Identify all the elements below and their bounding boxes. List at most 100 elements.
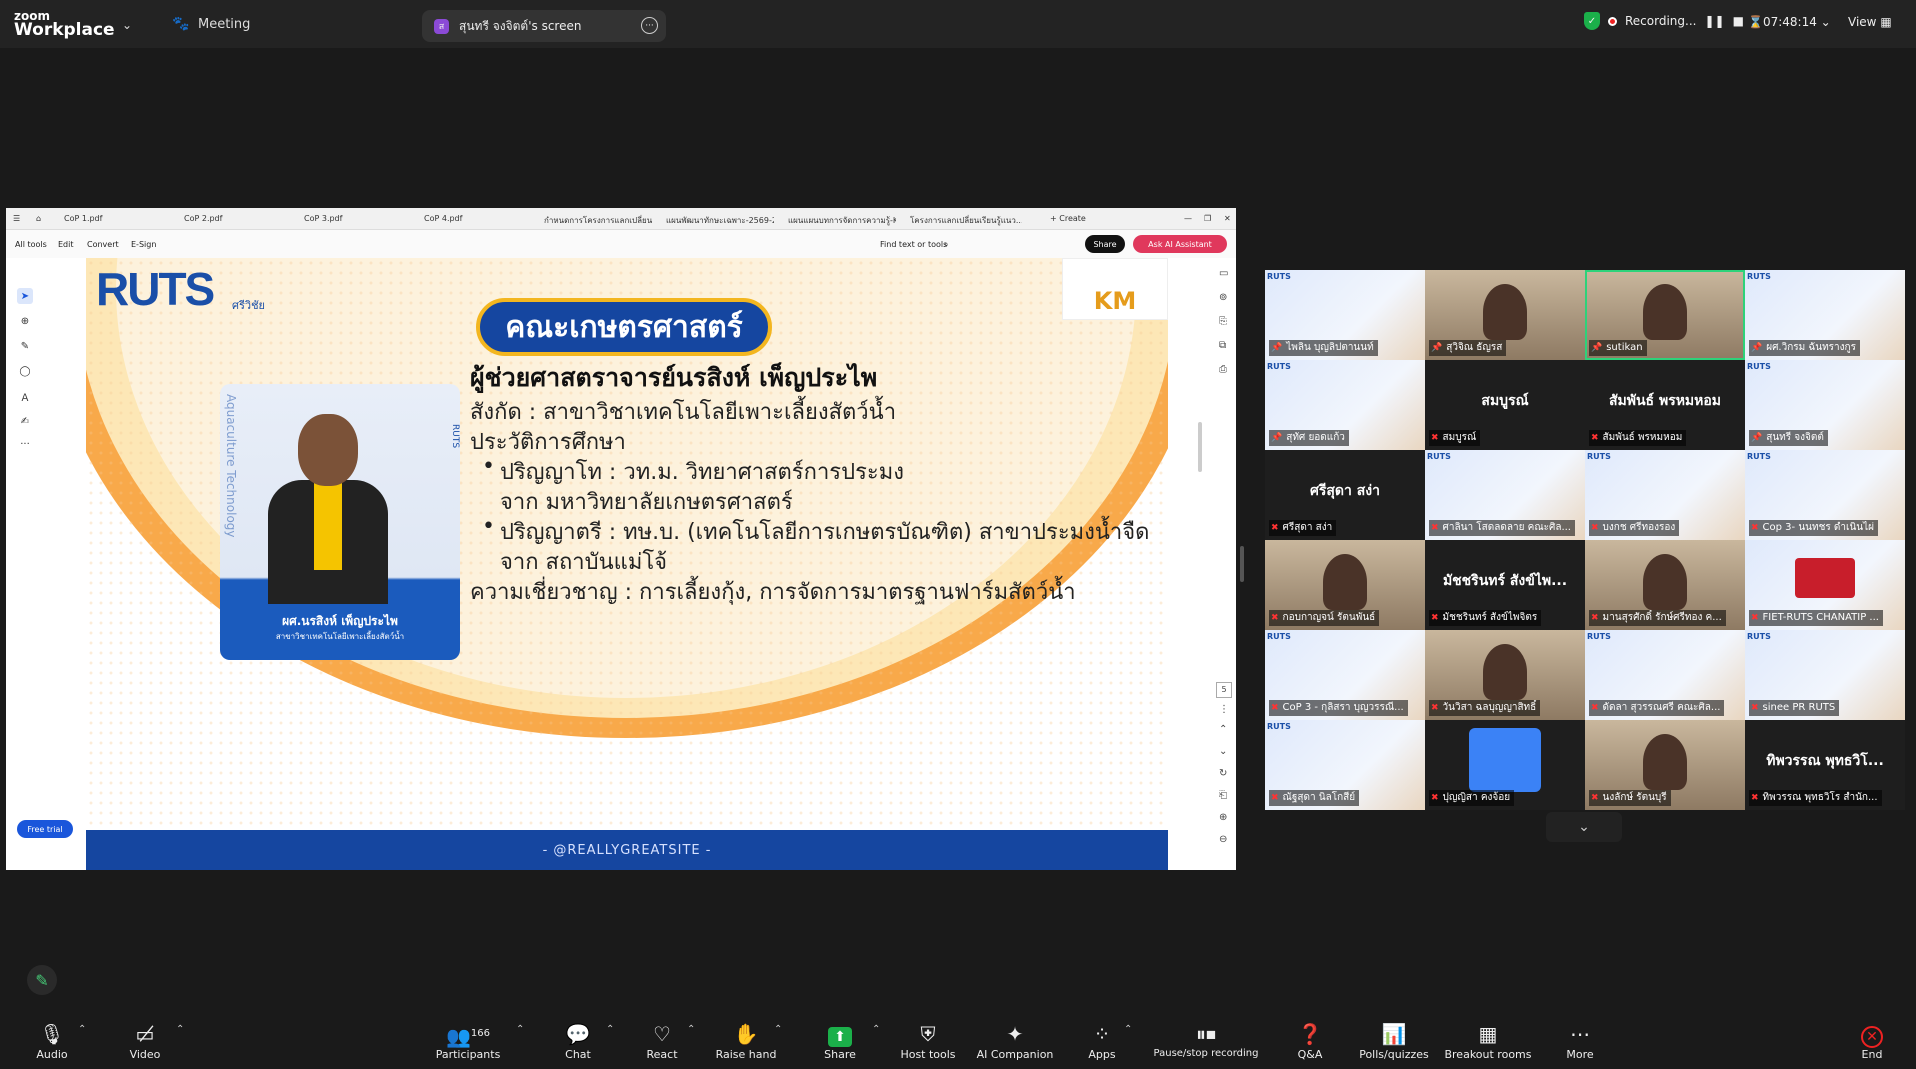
page-number[interactable]: 5 (1216, 682, 1232, 698)
zoom-out-icon[interactable]: ⊖ (1219, 834, 1227, 845)
pdf-tab[interactable]: CoP 3.pdf (304, 214, 342, 223)
convert-menu[interactable]: Convert (87, 240, 119, 249)
pdf-tab[interactable]: กำหนดการโครงการแลกเปลี่ยนเรียน... (544, 214, 652, 227)
protect-icon[interactable]: ⎙ (1219, 364, 1227, 375)
raise-hand-caret-icon[interactable]: ⌃ (774, 1024, 782, 1035)
all-tools-menu[interactable]: All tools (15, 240, 47, 249)
more-tools-icon[interactable]: ··· (17, 436, 33, 452)
gallery-chevron-down-icon[interactable]: ⌄ (1546, 812, 1622, 842)
participant-tile[interactable]: RUTS 📌 สุทัศ ยอดแก้ว (1265, 360, 1425, 450)
meeting-label[interactable]: Meeting (198, 17, 250, 32)
pdf-share-button[interactable]: Share (1085, 235, 1125, 253)
participant-tile[interactable]: 📌 sutikan (1585, 270, 1745, 360)
bookmark-icon[interactable]: ⎘ (1219, 316, 1227, 327)
chevron-down-icon[interactable]: ⌄ (122, 18, 132, 32)
video-button[interactable]: ▭̸ Video (105, 1020, 185, 1068)
host-tools-button[interactable]: ⛨ Host tools (888, 1020, 968, 1068)
find-tools-search[interactable]: Find text or tools (880, 240, 947, 249)
stop-icon[interactable]: ■ (1733, 14, 1744, 28)
breakout-rooms-button[interactable]: ▦ Breakout rooms (1444, 1020, 1532, 1068)
qa-button[interactable]: ❓ Q&A (1270, 1020, 1350, 1068)
participant-tile[interactable]: RUTS ✖ Cop 3- นนทชร ดำเนินไผ่ (1745, 450, 1905, 540)
shield-icon[interactable]: ✓ (1584, 12, 1600, 30)
drag-handle-icon[interactable]: ⋮ (1219, 704, 1229, 715)
comment-icon[interactable]: ▭ (1219, 268, 1228, 279)
participant-tile[interactable]: สมบูรณ์ ✖ สมบูรณ์ (1425, 360, 1585, 450)
pdf-tab[interactable]: แผนพัฒนาทักษะเฉพาะ-2569-257... (666, 214, 774, 227)
copy-icon[interactable]: ⧉ (1219, 340, 1226, 351)
share-link-icon[interactable]: ⊚ (1219, 292, 1227, 303)
participant-tile[interactable]: RUTS ✖ บงกช ศรีทองรอง (1585, 450, 1745, 540)
annotate-icon[interactable]: ✎ (27, 965, 57, 995)
participant-tile[interactable]: ✖ FIET-RUTS CHANATIP ... (1745, 540, 1905, 630)
stamp-icon[interactable]: ✍ (17, 413, 33, 429)
participant-tile[interactable]: ✖ กอบกาญจน์ รัตนพันธ์ (1265, 540, 1425, 630)
share-caret-icon[interactable]: ⌃ (872, 1024, 880, 1035)
edit-menu[interactable]: Edit (58, 240, 74, 249)
pen-icon[interactable]: ✎ (17, 338, 33, 354)
pdf-tab[interactable]: CoP 2.pdf (184, 214, 222, 223)
chevron-down-icon[interactable]: ⌄ (1219, 746, 1227, 757)
pdf-tab[interactable]: CoP 1.pdf (64, 214, 102, 223)
minimize-icon[interactable]: — (1184, 214, 1192, 223)
participant-tile[interactable]: RUTS ✖ ณัฐสุดา นิลโกสีย์ (1265, 720, 1425, 810)
participant-tile[interactable]: 📌 สุวิจิณ ธัญรส (1425, 270, 1585, 360)
pause-recording-button[interactable]: ⏸⏹ Pause/stop recording (1150, 1020, 1262, 1068)
more-options-icon[interactable]: ··· (641, 17, 658, 34)
participant-tile[interactable]: สัมพันธ์ พรหมหอม ✖ สัมพันธ์ พรหมหอม (1585, 360, 1745, 450)
pause-icon[interactable]: ❚❚ (1704, 14, 1724, 28)
participant-tile[interactable]: RUTS ✖ ศาลินา โสดลดลาย คณะศิล... (1425, 450, 1585, 540)
participant-tile[interactable]: ✖ วันวิสา ฉลบุญญาสิทธิ์ (1425, 630, 1585, 720)
participant-tile[interactable]: ศรีสุดา สง่า ✖ ศรีสุดา สง่า (1265, 450, 1425, 540)
participant-tile[interactable]: ✖ ปุญญิสา คงจ้อย (1425, 720, 1585, 810)
zoom-tool-icon[interactable]: ⊕ (17, 313, 33, 329)
close-icon[interactable]: ✕ (1224, 214, 1231, 223)
photo-vertical-text: Aquaculture Technology (224, 394, 238, 538)
apps-caret-icon[interactable]: ⌃ (1124, 1024, 1132, 1035)
participant-tile[interactable]: RUTS 📌 สุนทรี จงจิตต์ (1745, 360, 1905, 450)
video-caret-icon[interactable]: ⌃ (176, 1024, 184, 1035)
pdf-tab[interactable]: แผนแผนบทการจัดการความรู้-KM-2... (788, 214, 896, 227)
cursor-icon[interactable]: ➤ (17, 288, 33, 304)
ai-companion-button[interactable]: ✦ AI Companion (975, 1020, 1055, 1068)
participant-tile[interactable]: RUTS ✖ sinee PR RUTS (1745, 630, 1905, 720)
chevron-up-icon[interactable]: ⌃ (1219, 724, 1227, 735)
participants-caret-icon[interactable]: ⌃ (516, 1024, 524, 1035)
splitter-handle[interactable] (1240, 546, 1244, 582)
participant-tile[interactable]: ✖ มานสุรศักดิ์ รักษ์ศรีทอง ค... (1585, 540, 1745, 630)
participant-tile[interactable]: มัชชรินทร์ สังข์ไพ... ✖ มัชชรินทร์ สังข์ไพ… (1425, 540, 1585, 630)
participant-tile[interactable]: RUTS 📌 ผศ.วิกรม ฉันทรางกูร (1745, 270, 1905, 360)
scrollbar[interactable] (1198, 422, 1202, 472)
screen-share-tab[interactable]: ส สุนทรี จงจิตต์'s screen ··· (422, 10, 666, 42)
participant-tile[interactable]: RUTS ✖ ดัดลา สุวรรณศรี คณะศิล... (1585, 630, 1745, 720)
polls-button[interactable]: 📊 Polls/quizzes (1354, 1020, 1434, 1068)
text-box-icon[interactable]: Ａ (17, 388, 33, 404)
home-icon[interactable]: ⌂ (36, 214, 41, 223)
more-button[interactable]: ⋯ More (1540, 1020, 1620, 1068)
share-button[interactable]: ⬆ Share (800, 1020, 880, 1068)
menu-icon[interactable]: ☰ (13, 214, 20, 223)
participant-tile[interactable]: ทิพวรรณ พุทธวิโ... ✖ ทิพวรรณ พุทธวิโร สำนั… (1745, 720, 1905, 810)
react-caret-icon[interactable]: ⌃ (687, 1024, 695, 1035)
free-trial-button[interactable]: Free trial (17, 820, 73, 838)
end-button[interactable]: ✕ End (1832, 1020, 1912, 1068)
search-icon[interactable]: ⌕ (944, 240, 948, 250)
meeting-timer[interactable]: ⌛07:48:14 ⌄ (1748, 15, 1831, 29)
audio-caret-icon[interactable]: ⌃ (78, 1024, 86, 1035)
lasso-icon[interactable]: ◯ (17, 363, 33, 379)
rotate-icon[interactable]: ↻ (1219, 768, 1227, 779)
ai-assistant-button[interactable]: Ask AI Assistant (1133, 235, 1227, 253)
create-tab-button[interactable]: + Create (1050, 214, 1086, 223)
zoom-in-icon[interactable]: ⊕ (1219, 812, 1227, 823)
participant-tile[interactable]: RUTS 📌 ไพลิน บุญลิปตานนท์ (1265, 270, 1425, 360)
page-icon[interactable]: ⎗ (1219, 790, 1227, 801)
participants-button[interactable]: 👥166 Participants (428, 1020, 508, 1068)
pdf-tab[interactable]: CoP 4.pdf (424, 214, 462, 223)
esign-menu[interactable]: E-Sign (131, 240, 156, 249)
chat-caret-icon[interactable]: ⌃ (606, 1024, 614, 1035)
maximize-icon[interactable]: ❐ (1204, 214, 1211, 223)
pdf-tab-active[interactable]: โครงการแลกเปลี่ยนเรียนรู้แนว... (910, 214, 1022, 227)
view-button[interactable]: View ▦ (1848, 15, 1892, 29)
participant-tile[interactable]: ✖ นงลักษ์ รัตนบุรี (1585, 720, 1745, 810)
participant-tile[interactable]: RUTS ✖ CoP 3 - กุลิสรา บุญวรรณี... (1265, 630, 1425, 720)
